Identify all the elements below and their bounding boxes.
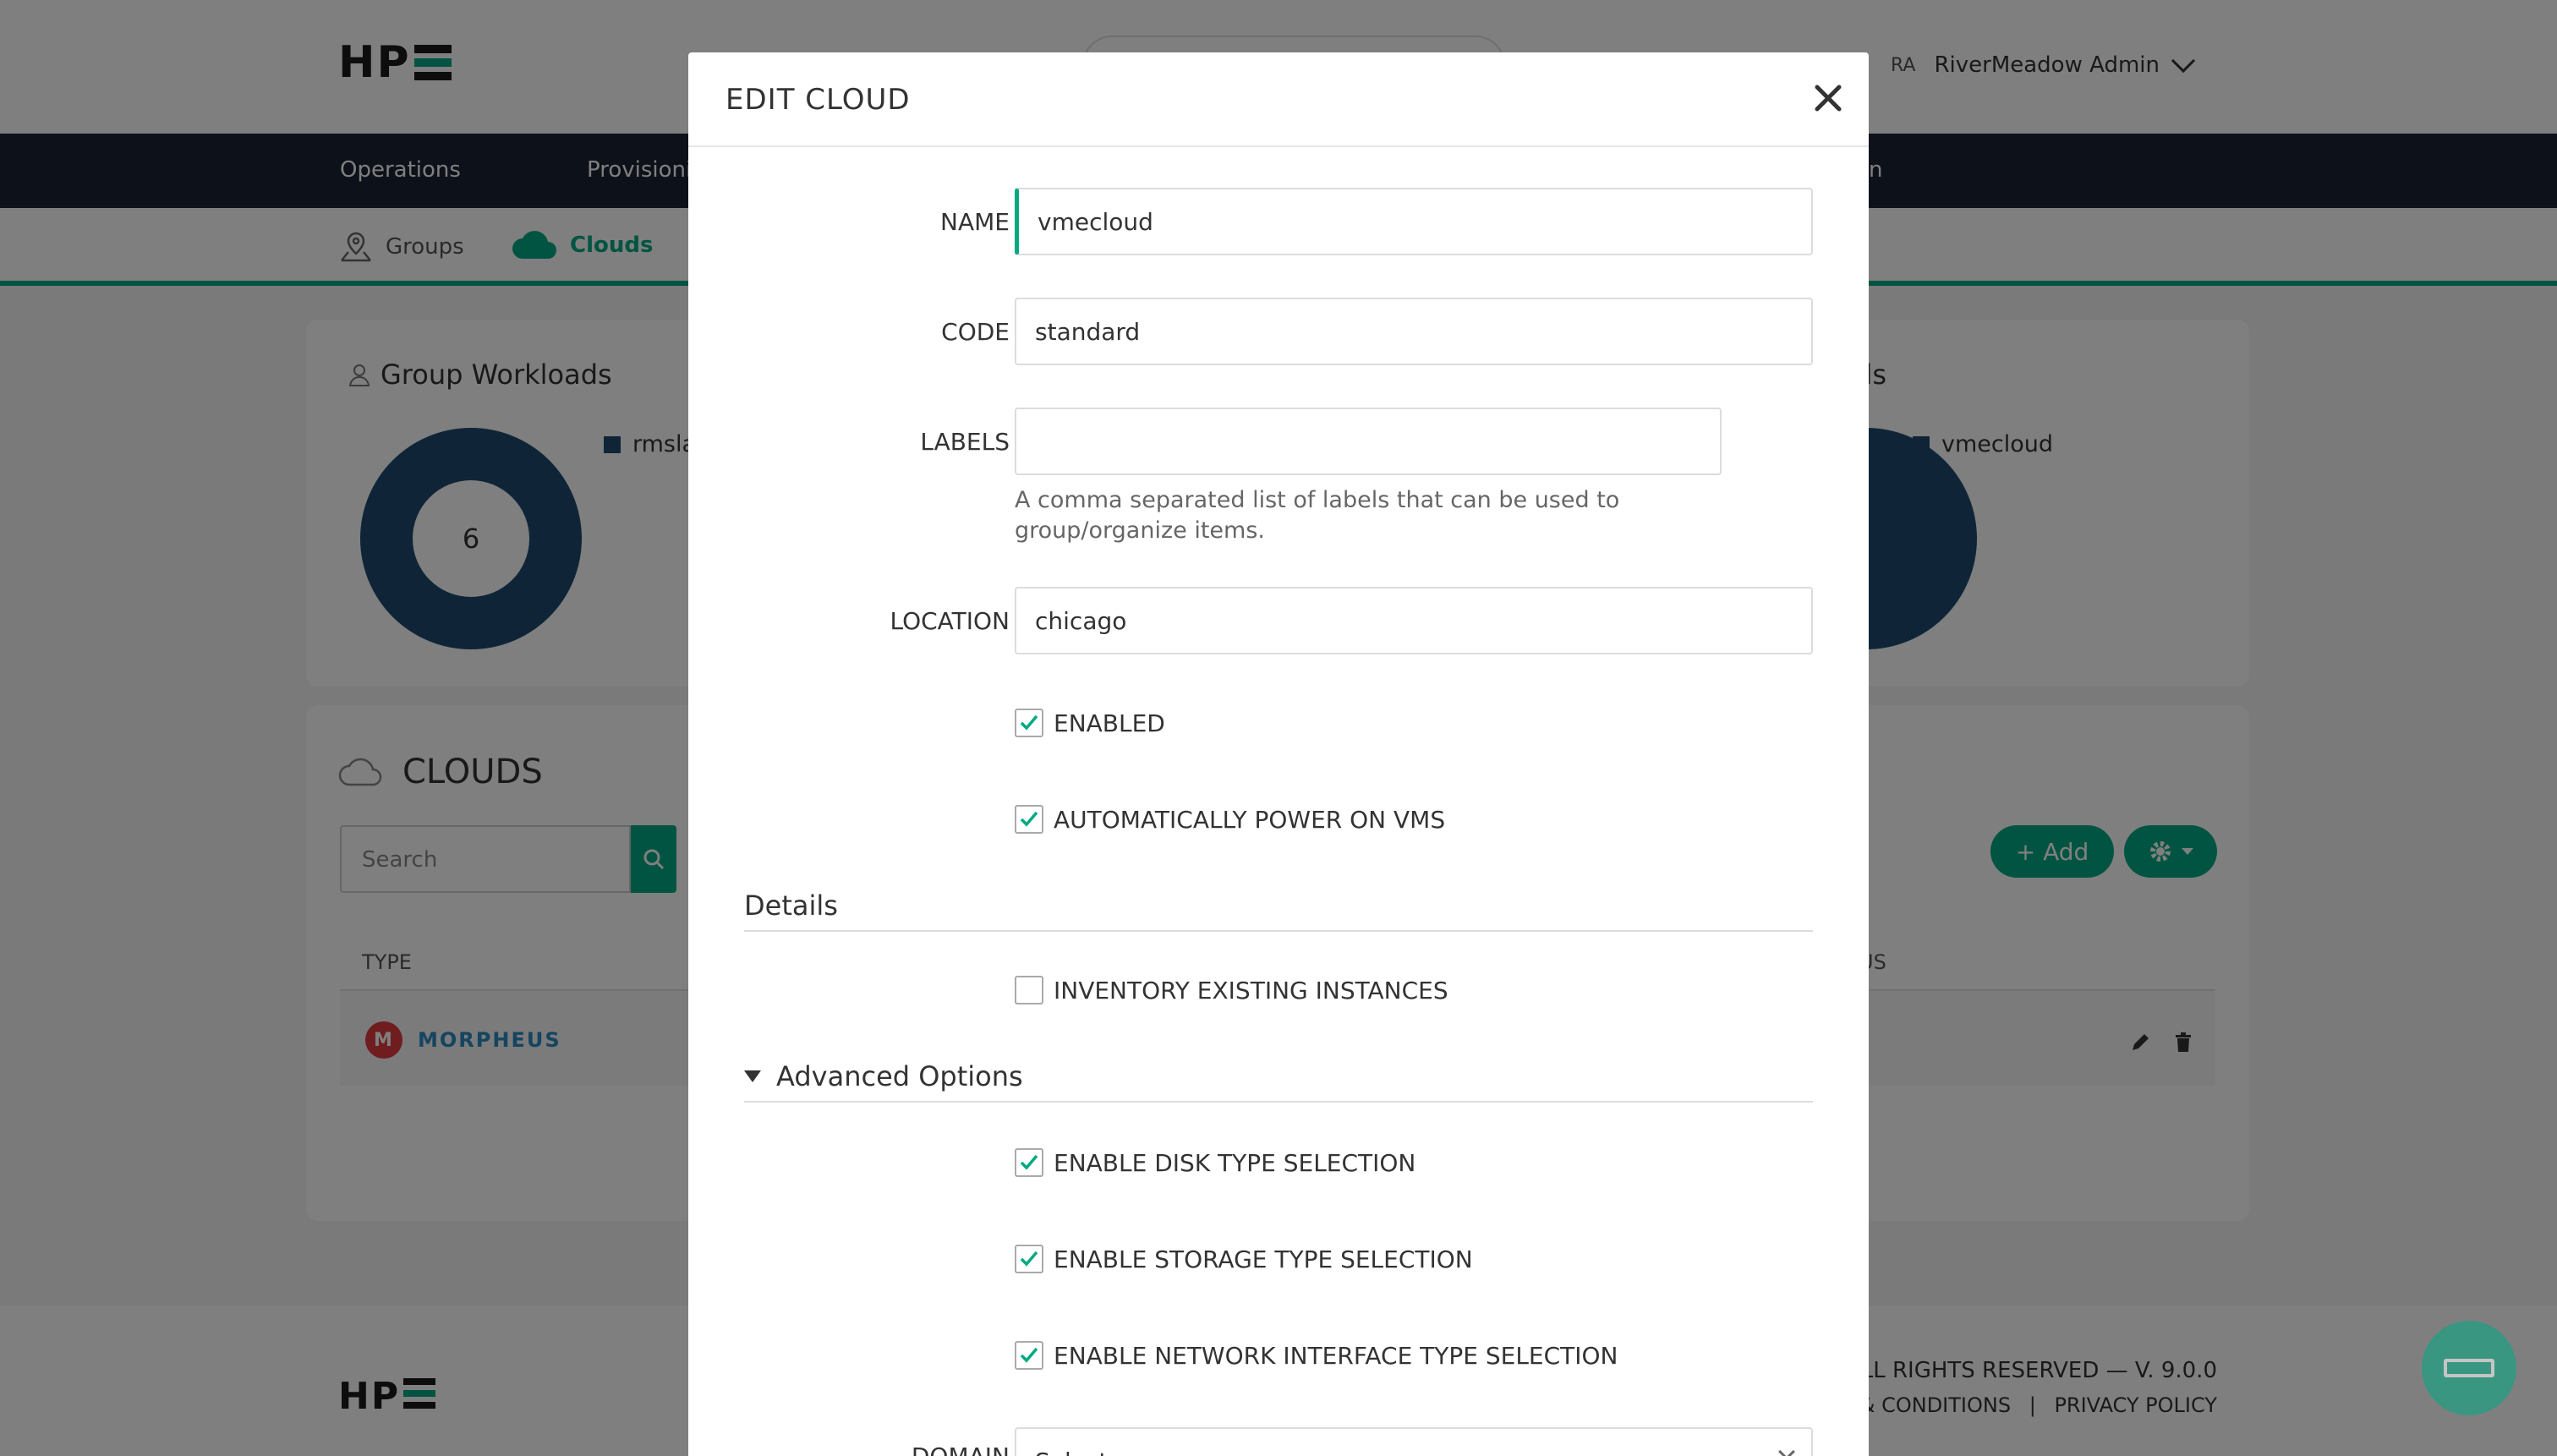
caret-down-icon	[744, 1070, 761, 1082]
labels-help-text: A comma separated list of labels that ca…	[1015, 487, 1620, 544]
labels-input[interactable]	[1015, 408, 1722, 475]
checkbox-checked[interactable]	[1015, 805, 1043, 834]
location-input[interactable]: chicago	[1015, 587, 1813, 654]
details-divider	[744, 930, 1813, 932]
chat-icon	[2444, 1359, 2494, 1377]
disk-type-checkbox[interactable]: ENABLE DISK TYPE SELECTION	[1015, 1148, 1415, 1177]
inventory-existing-checkbox[interactable]: INVENTORY EXISTING INSTANCES	[1015, 976, 1448, 1004]
chevron-down-icon	[1778, 1443, 1795, 1456]
checkbox-checked[interactable]	[1015, 709, 1043, 737]
advanced-options-toggle[interactable]: Advanced Options	[744, 1060, 1023, 1092]
storage-type-checkbox[interactable]: ENABLE STORAGE TYPE SELECTION	[1015, 1245, 1473, 1273]
name-label: NAME	[940, 208, 1010, 236]
location-label: LOCATION	[890, 607, 1010, 635]
chat-widget-button[interactable]	[2422, 1321, 2516, 1415]
close-modal-button[interactable]	[1810, 79, 1847, 117]
details-section-title: Details	[744, 889, 838, 922]
checkbox-unchecked[interactable]	[1015, 976, 1043, 1004]
name-input[interactable]: vmecloud	[1015, 188, 1813, 255]
auto-power-on-checkbox[interactable]: AUTOMATICALLY POWER ON VMS	[1015, 805, 1445, 834]
checkbox-checked[interactable]	[1015, 1245, 1043, 1273]
advanced-divider	[744, 1101, 1813, 1103]
checkbox-checked[interactable]	[1015, 1341, 1043, 1370]
labels-label: LABELS	[920, 428, 1010, 456]
modal-title: EDIT CLOUD	[725, 83, 911, 117]
enabled-checkbox[interactable]: ENABLED	[1015, 709, 1165, 737]
close-icon	[1815, 85, 1842, 112]
edit-cloud-modal: EDIT CLOUD NAME vmecloud CODE standard L…	[688, 52, 1869, 1456]
code-input[interactable]: standard	[1015, 298, 1813, 365]
domain-select[interactable]: Select	[1015, 1427, 1813, 1456]
checkbox-checked[interactable]	[1015, 1148, 1043, 1177]
network-interface-type-checkbox[interactable]: ENABLE NETWORK INTERFACE TYPE SELECTION	[1015, 1341, 1618, 1370]
modal-header: EDIT CLOUD	[688, 52, 1869, 147]
code-label: CODE	[941, 318, 1010, 346]
domain-label: DOMAIN	[912, 1442, 1010, 1456]
